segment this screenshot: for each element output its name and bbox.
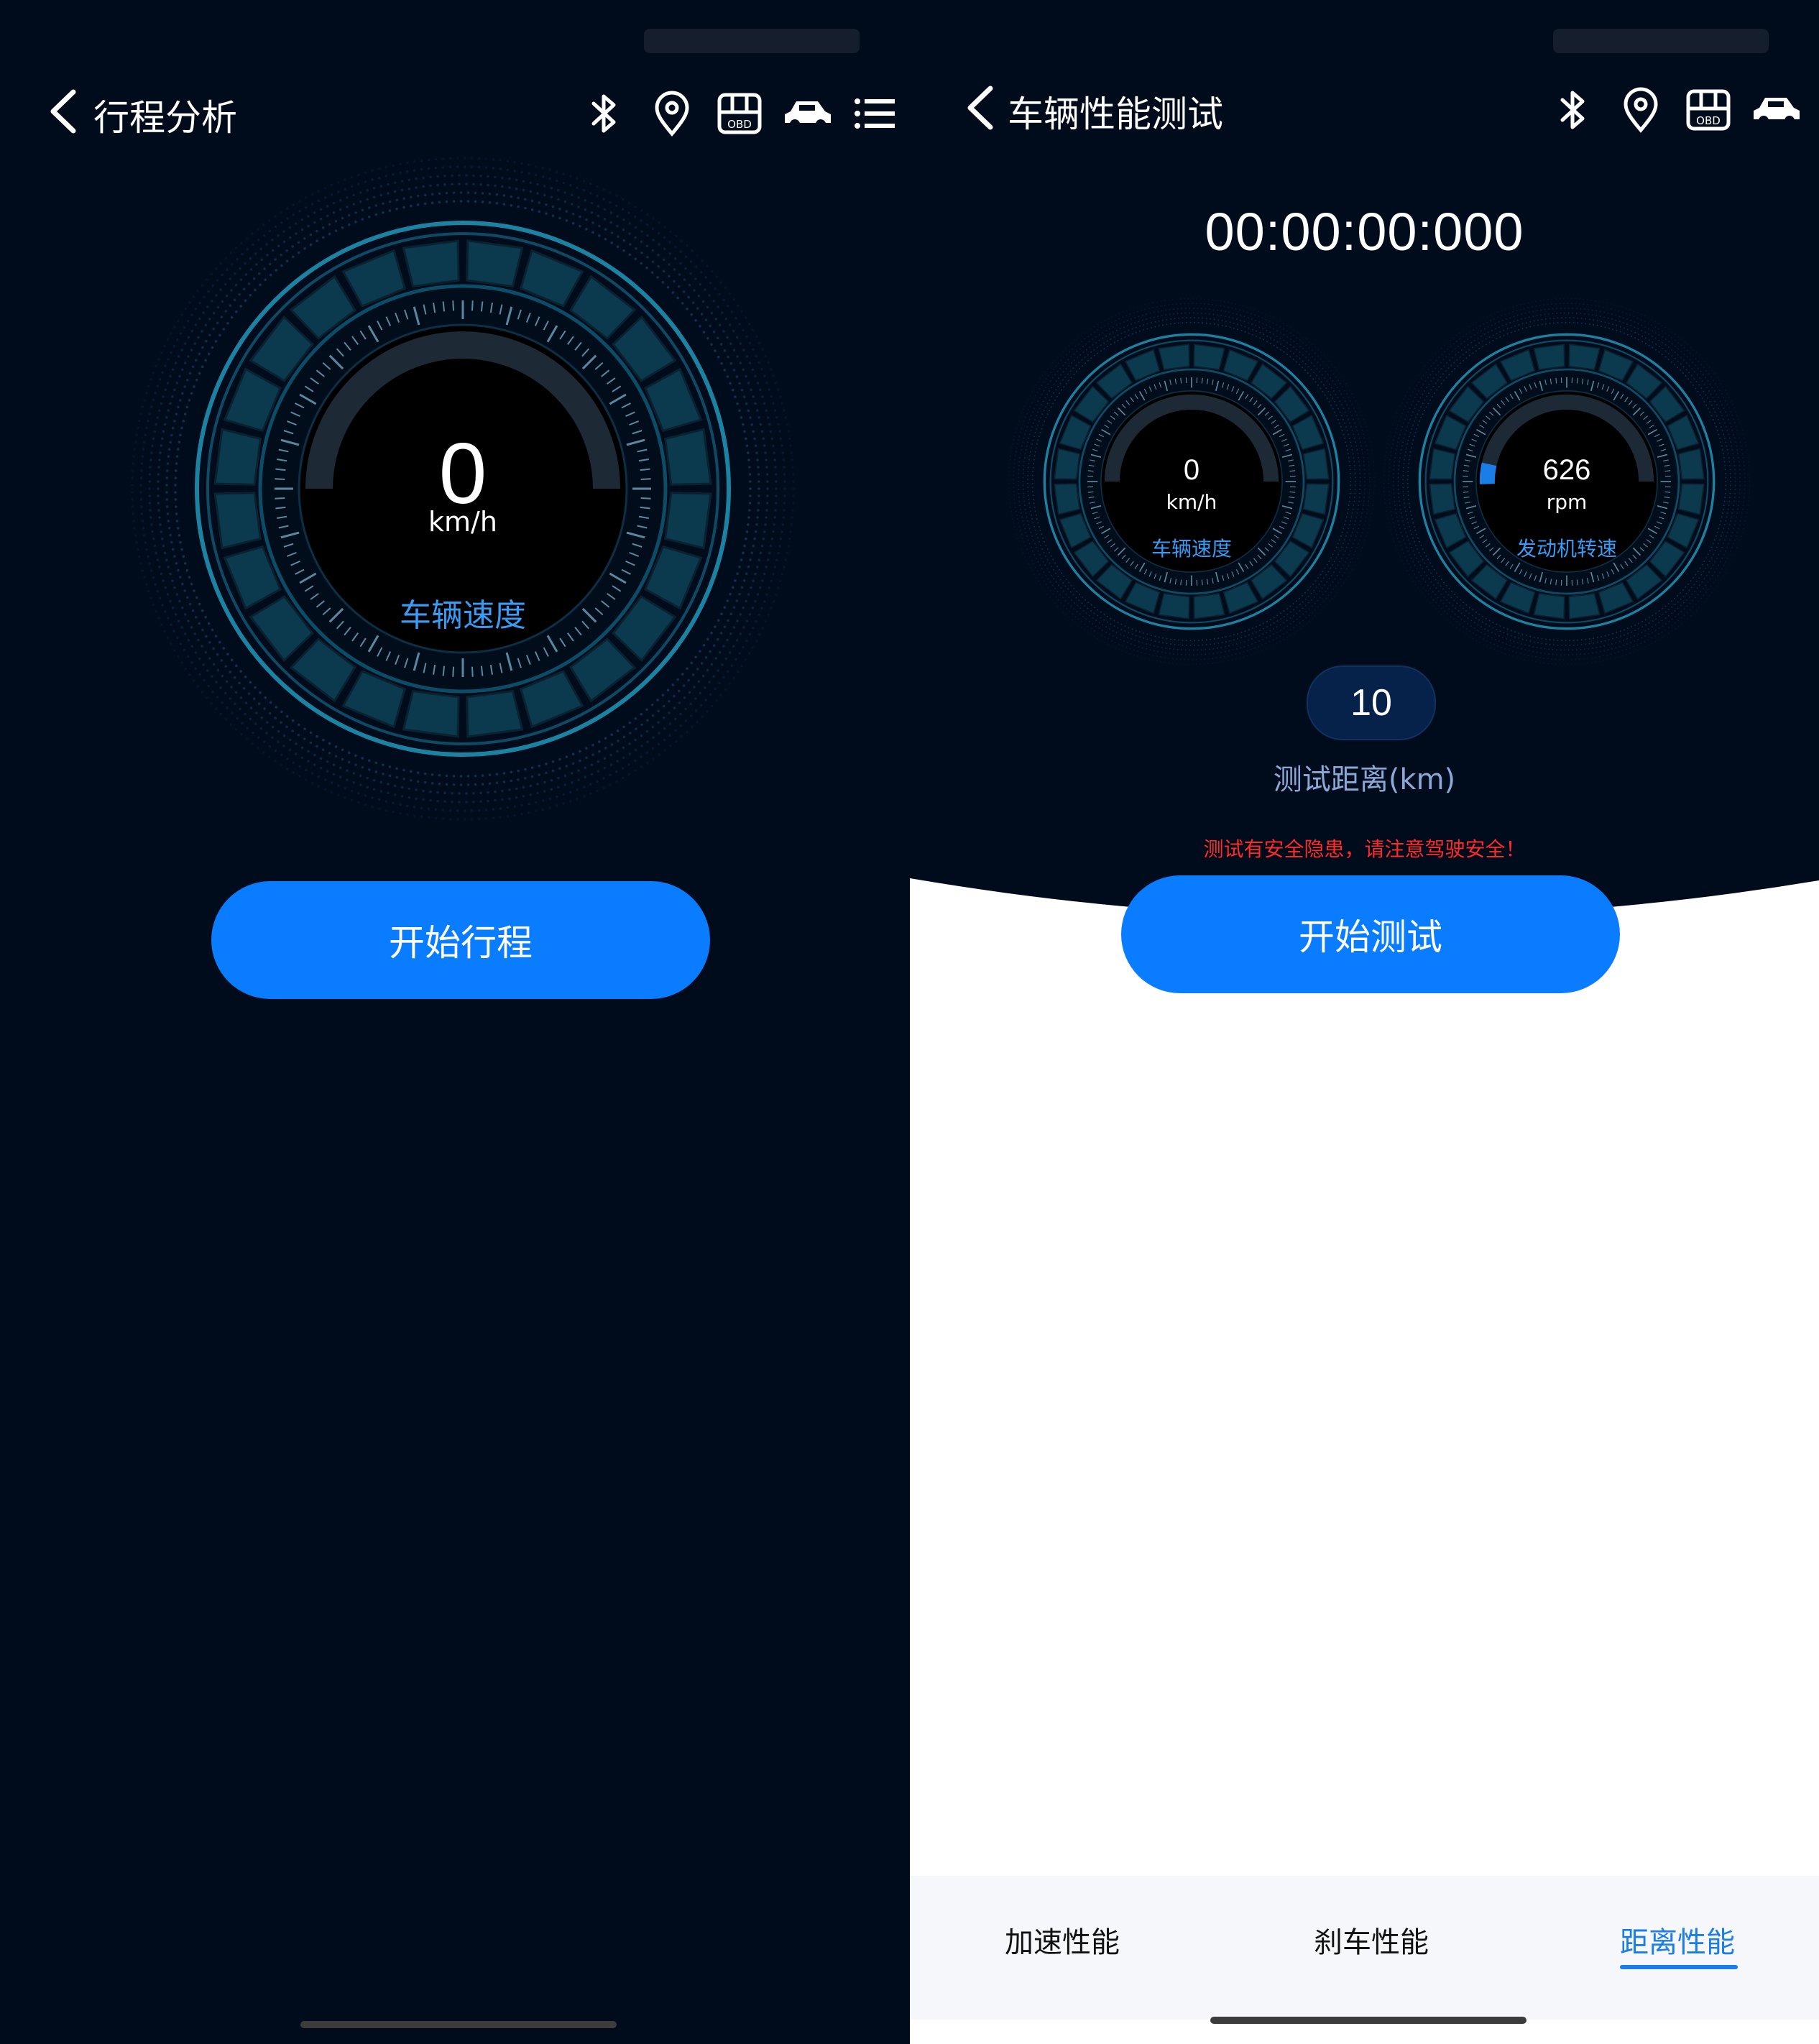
bluetooth-icon[interactable] bbox=[571, 85, 638, 142]
top-bar: 车辆性能测试 OBD bbox=[910, 68, 1819, 147]
tab-acceleration[interactable]: 加速性能 bbox=[1005, 1919, 1120, 1961]
start-test-button[interactable]: 开始测试 bbox=[1121, 875, 1620, 993]
test-distance-label: 测试距离(km) bbox=[1273, 763, 1456, 796]
active-tab-underline bbox=[1620, 1965, 1738, 1969]
home-indicator bbox=[300, 2021, 617, 2028]
obd-icon[interactable]: OBD bbox=[706, 85, 773, 142]
back-chevron-icon bbox=[50, 89, 76, 134]
back-button[interactable] bbox=[960, 83, 1003, 133]
back-chevron-icon bbox=[967, 86, 993, 130]
start-trip-button[interactable]: 开始行程 bbox=[211, 881, 710, 999]
speed-unit: km/h bbox=[1166, 490, 1217, 514]
location-pin-icon[interactable] bbox=[638, 85, 706, 142]
location-pin-icon[interactable] bbox=[1607, 81, 1675, 139]
rpm-unit: rpm bbox=[1546, 490, 1588, 514]
rpm-label: 发动机转速 bbox=[1516, 537, 1617, 561]
car-icon[interactable] bbox=[1742, 81, 1810, 139]
page-title: 行程分析 bbox=[93, 97, 237, 139]
bluetooth-icon[interactable] bbox=[1539, 81, 1607, 139]
test-distance-input[interactable]: 10 bbox=[1307, 666, 1436, 740]
toolbar-icons: OBD bbox=[1539, 81, 1810, 139]
speed-label: 车辆速度 bbox=[400, 597, 526, 634]
page-title: 车辆性能测试 bbox=[1008, 93, 1223, 135]
back-button[interactable] bbox=[43, 86, 86, 137]
tab-distance[interactable]: 距离性能 bbox=[1620, 1919, 1735, 1961]
tab-braking[interactable]: 刹车性能 bbox=[1314, 1919, 1429, 1961]
svg-text:OBD: OBD bbox=[727, 118, 752, 131]
svg-text:OBD: OBD bbox=[1696, 114, 1721, 127]
car-icon[interactable] bbox=[773, 85, 841, 142]
status-bar bbox=[960, 22, 1769, 65]
list-icon[interactable] bbox=[841, 85, 908, 142]
home-indicator bbox=[1210, 2017, 1526, 2024]
vehicle-performance-test-screen: 车辆性能测试 OBD 00:00:00:000 0 km/h 车辆速度 626 … bbox=[910, 0, 1819, 2044]
speed-label: 车辆速度 bbox=[1151, 537, 1232, 561]
test-type-tabbar: 加速性能 刹车性能 距离性能 bbox=[910, 1876, 1819, 2020]
test-timer: 00:00:00:000 bbox=[1205, 202, 1524, 262]
safety-warning: 测试有安全隐患，请注意驾驶安全！ bbox=[1203, 837, 1526, 861]
speed-value: 0 bbox=[1183, 454, 1200, 486]
trip-analysis-screen: 行程分析 OBD 0 km/h 车辆速度 开始行程 bbox=[0, 0, 910, 2044]
rpm-value: 626 bbox=[1542, 454, 1591, 486]
status-bar bbox=[50, 22, 860, 65]
toolbar-icons: OBD bbox=[571, 85, 908, 142]
speed-unit: km/h bbox=[428, 506, 497, 538]
obd-icon[interactable]: OBD bbox=[1675, 81, 1742, 139]
top-bar: 行程分析 OBD bbox=[0, 72, 910, 151]
